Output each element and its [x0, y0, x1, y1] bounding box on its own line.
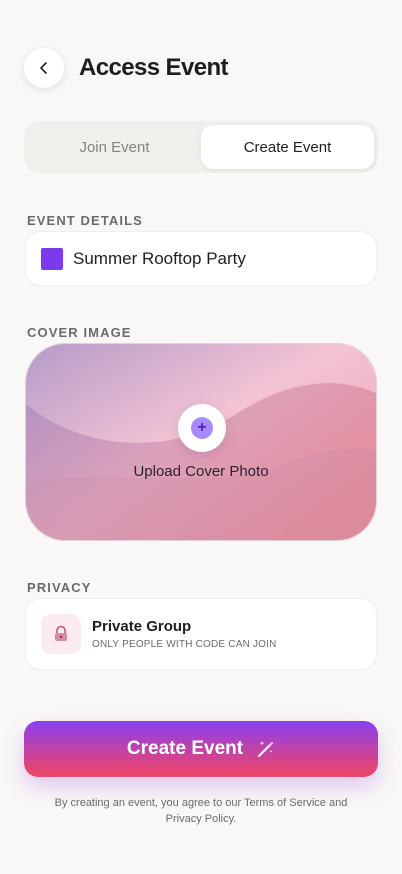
mode-toggle: Join Event Create Event — [24, 121, 378, 173]
event-details-label: EVENT DETAILS — [27, 213, 143, 228]
create-event-label: Create Event — [126, 738, 244, 759]
cover-image-label: COVER IMAGE — [27, 325, 132, 340]
tab-create-event[interactable]: Create Event — [201, 125, 374, 169]
terms-prefix: By creating an event, you agree to our — [54, 797, 245, 809]
lock-icon — [55, 625, 67, 641]
privacy-subtitle: ONLY PEOPLE WITH CODE CAN JOIN — [92, 639, 277, 650]
magic-wand-icon — [255, 739, 275, 759]
back-button[interactable] — [24, 48, 64, 88]
upload-cover-label: Upload Cover Photo — [133, 463, 269, 480]
terms-suffix: . — [233, 813, 237, 825]
create-event-button[interactable]: Create Event — [24, 721, 378, 777]
tab-join-event[interactable]: Join Event — [28, 125, 201, 169]
page-title: Access Event — [79, 54, 229, 81]
cover-image-upload[interactable]: + Upload Cover Photo — [25, 343, 377, 541]
privacy-policy-link[interactable]: Privacy Policy — [166, 813, 234, 825]
event-color-swatch[interactable] — [41, 247, 63, 270]
chevron-left-icon — [40, 62, 47, 74]
event-name-field — [25, 231, 377, 286]
lock-icon-box — [41, 614, 81, 654]
terms-notice: By creating an event, you agree to our T… — [50, 795, 352, 827]
privacy-title: Private Group — [92, 618, 192, 635]
terms-of-service-link[interactable]: Terms of Service — [244, 797, 326, 809]
add-photo-button[interactable]: + — [178, 404, 226, 452]
terms-middle: and — [325, 797, 348, 809]
privacy-option[interactable]: Private Group ONLY PEOPLE WITH CODE CAN … — [25, 598, 377, 670]
privacy-label: PRIVACY — [27, 580, 92, 595]
plus-icon: + — [191, 417, 213, 439]
event-name-input[interactable] — [73, 248, 363, 269]
